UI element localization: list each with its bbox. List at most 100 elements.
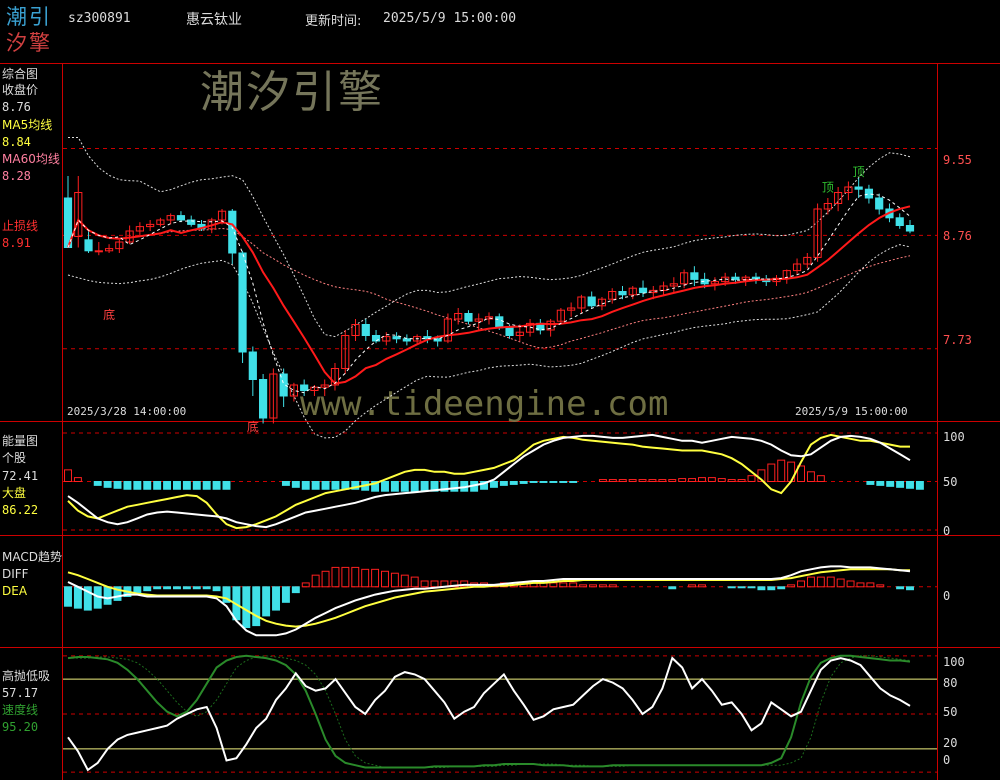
macd-bar: [767, 586, 776, 591]
macd-bar: [153, 586, 162, 590]
energy-bar: [737, 479, 746, 482]
energy-bar: [153, 481, 162, 490]
candle-down: [248, 351, 257, 380]
macd-bar: [589, 584, 597, 588]
macd-bar: [163, 586, 172, 590]
energy-bar: [886, 481, 895, 487]
macd-bar: [361, 568, 370, 588]
energy-bar: [420, 481, 429, 492]
macd-bar: [608, 584, 617, 588]
macd-bar: [688, 584, 697, 588]
energy-bar: [717, 478, 726, 482]
energy-bar: [163, 481, 172, 490]
macd-bar: [816, 576, 825, 588]
energy-bar: [598, 479, 607, 482]
energy-bar: [410, 481, 419, 492]
energy-bar: [638, 479, 647, 482]
macd-bar: [906, 586, 914, 591]
macd-bar: [252, 586, 261, 627]
macd-bar: [668, 586, 677, 590]
energy-bar: [618, 479, 627, 482]
energy-bar: [876, 481, 885, 486]
macd-bar: [549, 582, 558, 588]
macd-bar: [846, 580, 855, 588]
macd-bar: [876, 584, 885, 588]
macd-bar: [559, 582, 568, 588]
candle-down: [361, 324, 370, 336]
energy-bar: [816, 475, 825, 482]
signal-label: 底: [247, 419, 259, 434]
macd-bar: [291, 586, 300, 594]
macd-bar: [727, 586, 736, 589]
candle-down: [464, 313, 473, 322]
energy-bar: [212, 481, 221, 490]
macd-bar: [797, 580, 806, 588]
energy-bar: [806, 471, 815, 482]
macd-bar: [410, 576, 419, 588]
candle-down: [587, 296, 596, 307]
candle-down: [228, 210, 237, 254]
candle-down: [690, 272, 699, 280]
candle-down: [895, 217, 904, 227]
energy-bar: [648, 479, 657, 482]
candle-down: [854, 186, 863, 190]
energy-bar: [668, 479, 677, 482]
energy-bar: [499, 481, 508, 486]
energy-bar: [73, 477, 82, 482]
candle-down: [731, 276, 740, 280]
macd-bar: [371, 568, 380, 588]
energy-bar: [202, 481, 211, 490]
macd-bar: [202, 586, 211, 590]
energy-bar: [93, 481, 102, 486]
energy-bar: [896, 481, 905, 488]
energy-bar: [727, 479, 736, 482]
macd-bar: [777, 586, 786, 590]
candle-down: [638, 287, 648, 294]
macd-bar: [272, 586, 280, 611]
macd-bar: [351, 566, 360, 588]
candle-down: [618, 291, 627, 296]
macd-bar: [212, 586, 221, 592]
macd-bar: [73, 586, 82, 609]
macd-bar: [430, 580, 439, 588]
macd-bar: [311, 574, 320, 588]
energy-bar: [539, 481, 548, 483]
macd-bar: [757, 586, 766, 591]
candle-down: [300, 384, 309, 391]
candle-down: [864, 188, 874, 199]
energy-bar: [529, 481, 538, 483]
candle-down: [495, 316, 504, 329]
macd-bar: [331, 566, 340, 588]
energy-bar: [103, 481, 112, 488]
macd-bar: [192, 586, 201, 590]
macd-bar: [836, 578, 845, 588]
energy-bar: [549, 481, 558, 483]
energy-bar: [559, 481, 568, 483]
energy-bar: [64, 469, 72, 482]
candle-down: [176, 215, 186, 221]
macd-bar: [787, 584, 796, 588]
macd-bar: [182, 586, 191, 590]
energy-bar: [569, 481, 578, 483]
macd-bar: [381, 570, 389, 588]
energy-bar: [608, 479, 617, 482]
energy-bar: [172, 481, 181, 490]
stop-loss-line: [67, 205, 911, 385]
energy-bar: [291, 481, 300, 488]
chart-root: { "header": { "logo_line1": "潮引", "logo_…: [0, 0, 1000, 780]
macd-bar: [390, 572, 399, 588]
macd-bar: [737, 586, 746, 589]
candle-down: [84, 239, 93, 252]
macd-bar: [64, 586, 72, 607]
energy-bar: [777, 459, 786, 483]
energy-bar: [767, 463, 776, 483]
energy-bar: [906, 481, 914, 489]
energy-bar: [311, 481, 320, 490]
energy-bar: [866, 481, 875, 485]
energy-bar: [707, 477, 716, 482]
upper-band-line: [68, 137, 911, 338]
signal-label: 顶: [853, 165, 865, 179]
candle-down: [238, 252, 247, 353]
macd-bar: [598, 584, 607, 588]
signal-label: 顶: [822, 180, 834, 194]
